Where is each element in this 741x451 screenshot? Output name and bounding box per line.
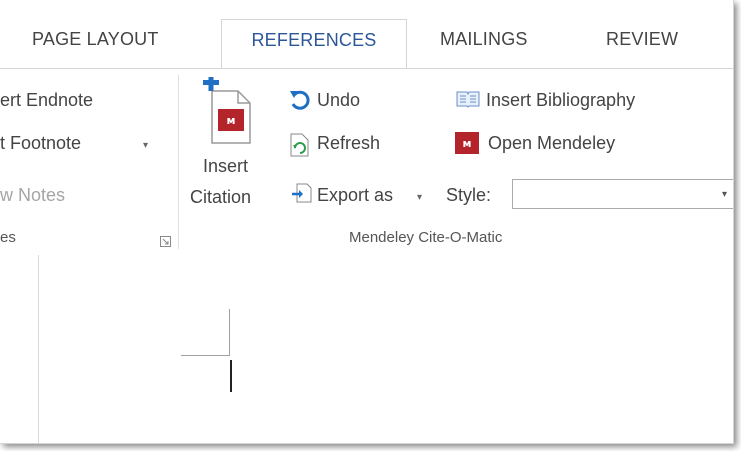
group-separator <box>178 75 179 249</box>
svg-text:ᴍ: ᴍ <box>227 114 236 127</box>
footnotes-group-label: es <box>0 229 16 246</box>
show-notes-button: w Notes <box>0 185 66 205</box>
mendeley-logo-icon[interactable]: ᴍ <box>455 132 479 159</box>
tab-review[interactable]: REVIEW <box>606 29 678 50</box>
tab-references[interactable]: REFERENCES <box>221 19 407 69</box>
insert-citation-label-2[interactable]: Citation <box>190 187 251 208</box>
insert-bibliography-button[interactable]: Insert Bibliography <box>486 90 635 111</box>
undo-button[interactable]: Undo <box>317 90 360 111</box>
style-label: Style: <box>446 185 492 205</box>
word-window: PAGE LAYOUT REFERENCES MAILINGS REVIEW e… <box>0 0 734 444</box>
tab-mailings[interactable]: MAILINGS <box>440 29 528 50</box>
export-dropdown-icon[interactable]: ▾ <box>417 192 422 203</box>
chevron-down-icon[interactable]: ▾ <box>722 189 727 200</box>
export-icon[interactable] <box>291 182 313 209</box>
bibliography-icon[interactable] <box>455 89 481 114</box>
ribbon-tab-bar: PAGE LAYOUT REFERENCES MAILINGS REVIEW <box>0 0 733 69</box>
mendeley-group-label: Mendeley Cite-O-Matic <box>349 229 503 246</box>
open-mendeley-button[interactable]: Open Mendeley <box>488 133 615 154</box>
dialog-launcher-icon[interactable] <box>160 234 171 252</box>
insert-citation-label-1[interactable]: Insert <box>203 156 248 177</box>
document-area[interactable] <box>0 255 733 443</box>
margin-marker-vertical <box>229 309 230 356</box>
margin-marker-horizontal <box>181 355 229 356</box>
refresh-button[interactable]: Refresh <box>317 133 380 154</box>
export-as-button[interactable]: Export as <box>317 185 393 206</box>
insert-endnote-button[interactable]: ert Endnote <box>0 90 93 111</box>
footnote-dropdown-icon[interactable]: ▾ <box>143 140 148 151</box>
insert-footnote-button[interactable]: t Footnote <box>0 133 81 154</box>
vertical-ruler-edge <box>38 255 39 443</box>
style-select[interactable]: ▾ <box>512 179 733 209</box>
insert-citation-icon[interactable]: ᴍ <box>200 75 260 147</box>
svg-text:ᴍ: ᴍ <box>463 137 472 150</box>
tab-page-layout[interactable]: PAGE LAYOUT <box>32 29 159 50</box>
undo-icon[interactable] <box>288 88 312 117</box>
text-cursor <box>230 360 232 392</box>
ribbon-panel: ert Endnote t Footnote ▾ w Notes es ᴍ In… <box>0 68 733 256</box>
refresh-icon[interactable] <box>288 132 312 163</box>
